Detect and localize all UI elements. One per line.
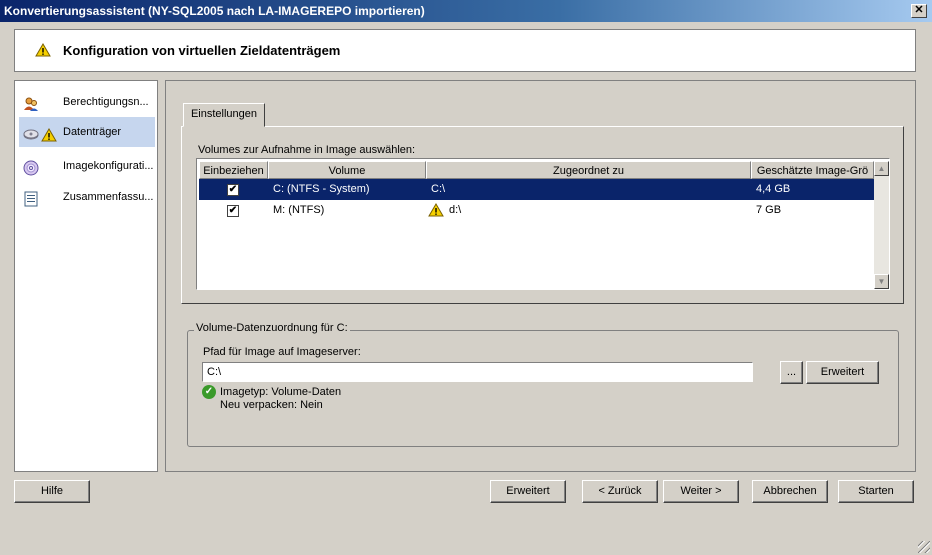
group-title: Volume-Datenzuordnung für C: <box>194 322 350 334</box>
include-checkbox[interactable]: ✔ <box>227 205 239 217</box>
column-header-zugeordnet[interactable]: Zugeordnet zu <box>426 161 751 179</box>
resize-grip[interactable] <box>918 541 930 553</box>
path-label: Pfad für Image auf Imageserver: <box>203 346 361 358</box>
window-titlebar: Konvertierungsassistent (NY-SQL2005 nach… <box>0 0 932 22</box>
nav-item-berechtigungen[interactable]: Berechtigungsn... <box>19 87 155 117</box>
column-header-volume[interactable]: Volume <box>268 161 426 179</box>
tab-label: Einstellungen <box>190 108 258 120</box>
nav-item-datentraeger[interactable]: Datenträger <box>19 117 155 147</box>
column-header-einbeziehen[interactable]: Einbeziehen <box>199 161 268 179</box>
mapped-cell: C:\ <box>431 183 446 195</box>
size-cell: 4,4 GB <box>756 183 791 195</box>
close-button[interactable]: ✕ <box>911 4 927 18</box>
nav-item-label: Imagekonfigurati... <box>63 160 153 172</box>
column-header-groesse[interactable]: Geschätzte Image-Grö <box>751 161 874 179</box>
volumes-table: Einbeziehen Volume Zugeordnet zu Geschät… <box>196 158 890 290</box>
nav-item-imagekonfiguration[interactable]: Imagekonfigurati... <box>19 151 155 181</box>
browse-button[interactable]: ... <box>780 361 803 384</box>
wizard-step-nav: Berechtigungsn... Datenträger Imagekonfi… <box>14 80 158 472</box>
arrow-down-icon: ▼ <box>877 277 886 286</box>
page-title: Konfiguration von virtuellen Zieldatentr… <box>63 43 341 58</box>
nav-item-label: Datenträger <box>63 126 122 138</box>
start-button[interactable]: Starten <box>838 480 914 503</box>
repack-info: Neu verpacken: Nein <box>220 399 323 411</box>
table-scrollbar[interactable]: ▲ ▼ <box>874 161 889 289</box>
size-cell: 7 GB <box>756 204 782 216</box>
help-button[interactable]: Hilfe <box>14 480 90 503</box>
include-checkbox[interactable]: ✔ <box>227 184 239 196</box>
advanced-button[interactable]: Erweitert <box>490 480 566 503</box>
volumes-label: Volumes zur Aufnahme in Image auswählen: <box>198 144 416 156</box>
table-row[interactable]: ✔ C: (NTFS - System) C:\ 4,4 GB <box>199 179 874 200</box>
next-button[interactable]: Weiter > <box>663 480 739 503</box>
check-icon: ✔ <box>228 184 238 195</box>
disk-icon <box>23 124 39 140</box>
back-button[interactable]: < Zurück <box>582 480 658 503</box>
check-icon: ✔ <box>228 205 238 216</box>
mapping-advanced-button[interactable]: Erweitert <box>806 361 879 384</box>
nav-item-label: Berechtigungsn... <box>63 96 149 108</box>
window-title: Konvertierungsassistent (NY-SQL2005 nach… <box>4 4 425 18</box>
warning-icon <box>41 124 57 142</box>
close-icon: ✕ <box>914 4 924 16</box>
volume-cell: C: (NTFS - System) <box>273 183 370 195</box>
volume-cell: M: (NTFS) <box>273 204 325 216</box>
nav-item-label: Zusammenfassu... <box>63 191 153 203</box>
arrow-up-icon: ▲ <box>877 164 886 173</box>
scroll-down-button[interactable]: ▼ <box>874 274 889 289</box>
header-panel: Konfiguration von virtuellen Zieldatentr… <box>14 29 916 72</box>
table-row[interactable]: ✔ M: (NTFS) d:\ 7 GB <box>199 200 874 221</box>
disc-icon <box>23 158 39 176</box>
image-type-info: Imagetyp: Volume-Daten <box>220 386 342 398</box>
warning-icon <box>428 203 444 217</box>
checkmark-icon: ✓ <box>202 385 216 399</box>
cancel-button[interactable]: Abbrechen <box>752 480 828 503</box>
users-icon <box>23 94 39 111</box>
mapped-cell: d:\ <box>449 204 462 216</box>
nav-item-zusammenfassung[interactable]: Zusammenfassu... <box>19 182 155 212</box>
warning-icon <box>35 43 51 57</box>
image-path-input[interactable] <box>202 362 753 382</box>
document-icon <box>23 189 39 207</box>
scroll-up-button[interactable]: ▲ <box>874 161 889 176</box>
tab-einstellungen[interactable]: Einstellungen <box>183 103 265 127</box>
